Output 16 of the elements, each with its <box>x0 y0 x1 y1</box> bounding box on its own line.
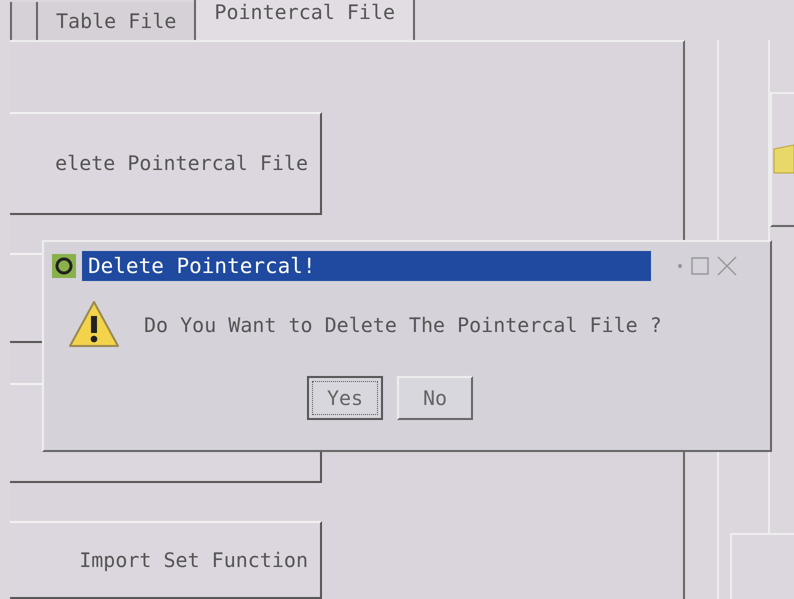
dialog-button[interactable]: No <box>397 376 473 420</box>
tab[interactable]: Table File <box>36 2 194 40</box>
tab[interactable]: Pointercal File <box>194 0 416 40</box>
panel-button[interactable]: elete Pointercal File <box>10 112 322 214</box>
dialog-message: Do You Want to Delete The Pointercal File ? <box>144 313 662 337</box>
minimize-icon[interactable] <box>677 263 683 269</box>
dialog-title: Delete Pointercal! <box>82 251 651 281</box>
side-button[interactable] <box>730 533 794 599</box>
tab[interactable] <box>10 2 36 40</box>
dialog-button[interactable]: Yes <box>307 376 383 420</box>
maximize-icon[interactable] <box>691 257 709 275</box>
close-icon[interactable] <box>717 256 737 276</box>
panel-button[interactable]: Import Set Function <box>10 520 322 599</box>
app-icon <box>52 254 76 278</box>
side-button[interactable] <box>770 92 794 227</box>
warning-icon <box>68 300 120 350</box>
